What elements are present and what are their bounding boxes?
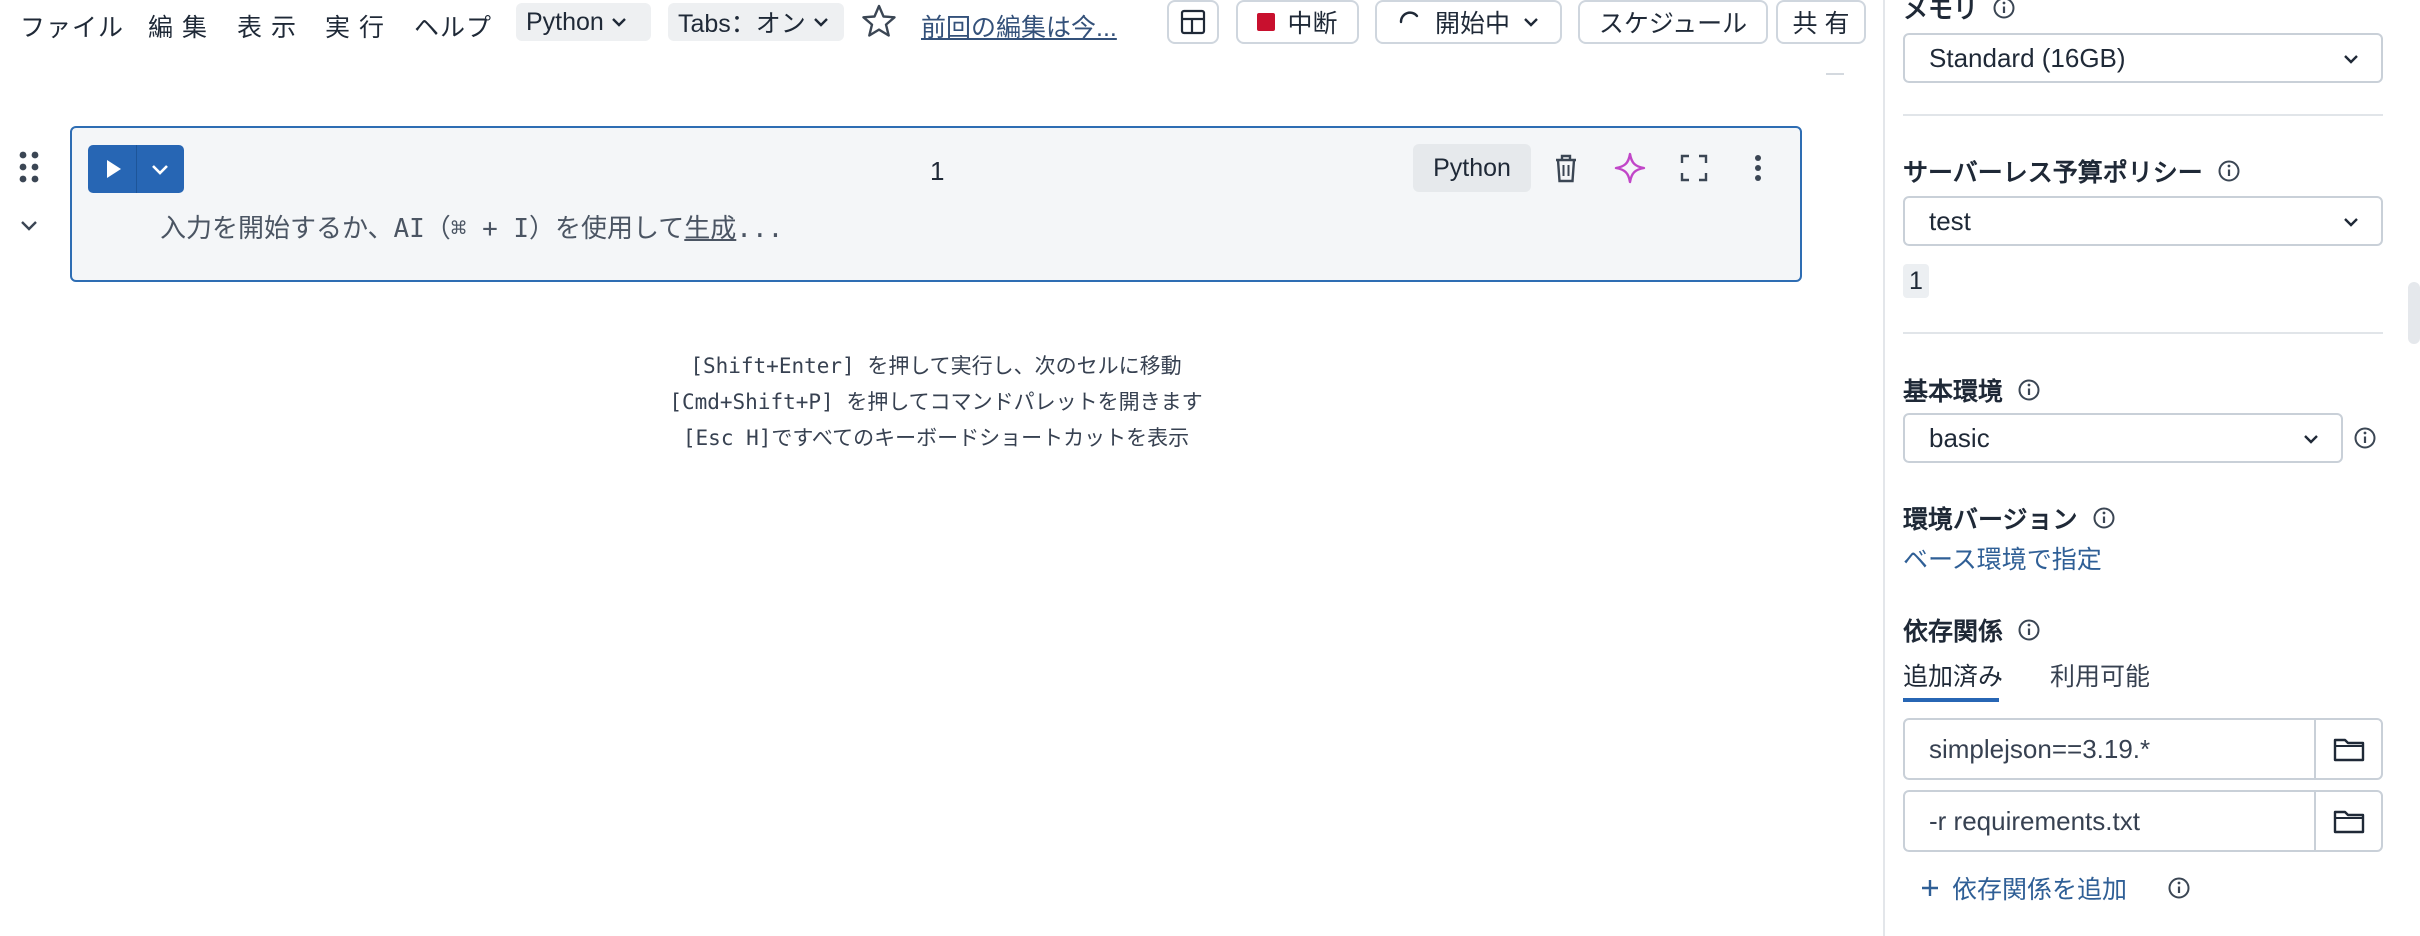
env-version-label-text: 環境バージョン [1903, 506, 2078, 534]
menu-view[interactable]: 表 示 [237, 8, 297, 44]
chevron-down-icon[interactable] [136, 145, 184, 193]
info-icon[interactable] [2017, 378, 2041, 402]
browse-file-button[interactable] [2314, 718, 2383, 780]
active-tab-indicator [1903, 698, 1999, 702]
share-button-label: 共 有 [1792, 10, 1850, 38]
env-version-label: 環境バージョン [1903, 500, 2116, 536]
env-version-link[interactable]: ベース環境で指定 [1903, 540, 2102, 576]
placeholder-text: 入力を開始するか、AI（⌘ + I）を使用して [160, 214, 685, 244]
dependency-input-value: -r requirements.txt [1929, 805, 2140, 836]
memory-label: メモリ [1903, 0, 2016, 26]
folder-icon [2333, 810, 2364, 834]
menu-file[interactable]: ファイル [20, 8, 124, 44]
stop-square-icon [1257, 13, 1276, 31]
dependency-input[interactable]: -r requirements.txt [1903, 790, 2316, 852]
last-edit-link[interactable]: 前回の編集は今... [921, 8, 1117, 44]
budget-policy-label-text: サーバーレス予算ポリシー [1903, 159, 2203, 187]
run-button-separator [136, 145, 137, 193]
budget-policy-select[interactable]: test [1903, 196, 2383, 246]
browse-file-button[interactable] [2314, 790, 2383, 852]
fullscreen-icon[interactable] [1676, 150, 1712, 186]
memory-label-text: メモリ [1903, 0, 1979, 24]
chevron-down-icon [2344, 218, 2358, 227]
chevron-down-icon [2344, 55, 2358, 64]
cell-language-label: Python [1433, 153, 1511, 182]
dependency-input[interactable]: simplejson==3.19.* [1903, 718, 2316, 780]
chevron-down-icon [2304, 435, 2318, 444]
tabs-toggle[interactable]: Tabs：オン [668, 3, 844, 41]
shortcut-hint-palette: [Cmd+Shift+P] を押してコマンドパレットを開きます [669, 390, 1203, 414]
tab-available[interactable]: 利用可能 [2050, 657, 2150, 693]
info-icon[interactable] [2217, 159, 2241, 183]
favorite-star-icon[interactable] [860, 2, 898, 42]
play-icon [107, 160, 121, 178]
cell-editor-placeholder[interactable]: 入力を開始するか、AI（⌘ + I）を使用して生成... [160, 208, 783, 245]
panel-scrollbar[interactable] [2408, 282, 2420, 344]
layout-grid-icon [1180, 9, 1206, 35]
schedule-button[interactable]: スケジュール [1578, 0, 1768, 44]
base-env-label-text: 基本環境 [1903, 378, 2004, 406]
spinner-icon [1399, 11, 1419, 24]
chevron-down-icon [813, 18, 828, 27]
info-icon[interactable] [1992, 0, 2016, 20]
base-env-select[interactable]: basic [1903, 413, 2343, 463]
memory-select-value: Standard (16GB) [1929, 42, 2126, 73]
add-dependency-button[interactable]: 依存関係を追加 [1918, 870, 2191, 906]
info-icon[interactable] [2017, 618, 2041, 642]
dependencies-label-text: 依存関係 [1903, 618, 2004, 646]
drag-handle-icon[interactable] [18, 150, 40, 184]
info-icon[interactable] [2092, 506, 2116, 530]
menu-help[interactable]: ヘルプ [414, 8, 492, 44]
cell-number: 1 [930, 156, 945, 186]
budget-policy-select-value: test [1929, 205, 1971, 236]
more-options-icon[interactable] [1740, 150, 1776, 186]
placeholder-suffix: ... [736, 214, 784, 244]
shortcut-hint-run: [Shift+Enter] を押して実行し、次のセルに移動 [690, 354, 1182, 378]
cell-language-badge[interactable]: Python [1413, 144, 1531, 192]
memory-select[interactable]: Standard (16GB) [1903, 33, 2383, 83]
menu-edit[interactable]: 編 集 [148, 8, 208, 44]
compute-status-label: 開始中 [1434, 10, 1510, 38]
language-selector-label: Python [526, 7, 604, 36]
info-icon[interactable] [2167, 876, 2191, 900]
notebook-toolbar: ファイル 編 集 表 示 実 行 ヘルプ Python Tabs：オン 前回の編… [0, 0, 1880, 46]
collapse-chevron-icon[interactable] [16, 212, 42, 238]
stop-button-label: 中断 [1287, 10, 1338, 38]
compute-status-button[interactable]: 開始中 [1375, 0, 1562, 44]
chevron-down-icon [611, 18, 626, 27]
schedule-button-label: スケジュール [1598, 10, 1748, 38]
info-icon[interactable] [2353, 426, 2377, 450]
budget-policy-count-badge: 1 [1903, 264, 1929, 298]
layout-button[interactable] [1167, 0, 1219, 44]
notebook-cell[interactable]: 1 Python 入力を開始するか、AI（⌘ + I）を使用して生成... [70, 126, 1802, 282]
chevron-down-icon [1524, 18, 1538, 27]
dependencies-label: 依存関係 [1903, 612, 2041, 648]
share-button[interactable]: 共 有 [1776, 0, 1866, 44]
base-env-select-value: basic [1929, 422, 1990, 453]
generate-link[interactable]: 生成 [684, 214, 736, 244]
toolbar-divider [1826, 73, 1844, 75]
dependency-input-value: simplejson==3.19.* [1929, 733, 2151, 764]
stop-button[interactable]: 中断 [1236, 0, 1359, 44]
plus-icon [1922, 880, 1938, 896]
language-selector[interactable]: Python [516, 3, 651, 41]
budget-policy-label: サーバーレス予算ポリシー [1903, 153, 2241, 189]
menu-run[interactable]: 実 行 [325, 8, 385, 44]
panel-divider [1903, 332, 2383, 334]
folder-icon [2333, 738, 2364, 762]
ai-sparkle-icon[interactable] [1612, 150, 1648, 186]
tabs-toggle-label: Tabs：オン [678, 10, 806, 38]
panel-divider [1903, 114, 2383, 116]
tab-added[interactable]: 追加済み [1903, 657, 2003, 693]
shortcut-hint-shortcuts: [Esc H]ですべてのキーボードショートカットを表示 [682, 426, 1190, 450]
base-env-label: 基本環境 [1903, 372, 2041, 408]
add-dependency-label: 依存関係を追加 [1952, 876, 2128, 904]
run-cell-button[interactable] [88, 145, 184, 193]
trash-icon[interactable] [1548, 150, 1584, 186]
